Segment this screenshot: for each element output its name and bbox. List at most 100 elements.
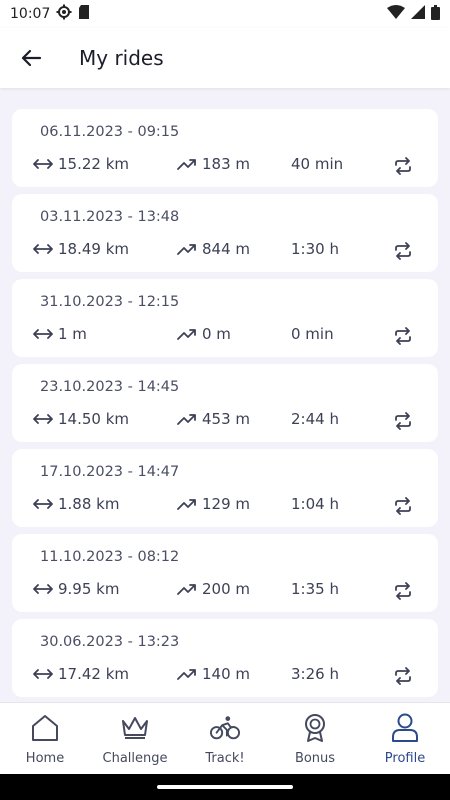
ride-duration-value: 40 min [291, 155, 344, 173]
wifi-icon [387, 5, 405, 23]
battery-icon [431, 4, 440, 24]
ride-duration-value: 1:30 h [291, 240, 339, 258]
repeat-icon [395, 242, 411, 260]
ride-elevation: 140 m [177, 665, 250, 683]
nav-track[interactable]: Track! [180, 703, 270, 774]
app-bar: My rides [0, 28, 450, 88]
ride-elevation: 183 m [177, 155, 250, 173]
nav-home[interactable]: Home [0, 703, 90, 774]
nav-track-label: Track! [205, 751, 245, 766]
status-time: 10:07 [10, 6, 51, 22]
user-icon [390, 713, 420, 743]
ride-date: 17.10.2023 - 14:47 [40, 464, 180, 480]
ride-elevation: 0 m [177, 325, 231, 343]
repeat-ride-button[interactable] [392, 155, 414, 177]
repeat-ride-button[interactable] [392, 580, 414, 602]
ride-card[interactable]: 17.10.2023 - 14:47 1.88 km 129 m 1:04 h [12, 449, 438, 527]
ride-distance-value: 9.95 km [58, 580, 120, 598]
nav-bonus-label: Bonus [294, 751, 336, 766]
ride-duration-value: 2:44 h [291, 410, 339, 428]
ride-card[interactable]: 03.11.2023 - 13:48 18.49 km 844 m 1:30 h [12, 194, 438, 272]
ride-date: 31.10.2023 - 12:15 [40, 294, 180, 310]
repeat-icon [395, 497, 411, 515]
ride-distance: 18.49 km [33, 240, 129, 258]
nav-challenge-label: Challenge [102, 751, 168, 766]
repeat-ride-button[interactable] [392, 240, 414, 262]
nav-challenge[interactable]: Challenge [90, 703, 180, 774]
trending-up-icon [177, 244, 196, 255]
ride-distance: 1.88 km [33, 495, 119, 513]
trending-up-icon [177, 414, 196, 425]
ride-distance: 15.22 km [33, 155, 129, 173]
nav-bonus[interactable]: Bonus [270, 703, 360, 774]
ride-distance: 14.50 km [33, 410, 129, 428]
home-icon [30, 713, 60, 743]
ride-card[interactable]: 06.11.2023 - 09:15 15.22 km 183 m 40 min [12, 109, 438, 187]
bottom-navigation: Home Challenge Track! Bonus Profile [0, 702, 450, 774]
ride-card[interactable]: 31.10.2023 - 12:15 1 m 0 m 0 min [12, 279, 438, 357]
ride-card[interactable]: 11.10.2023 - 08:12 9.95 km 200 m 1:35 h [12, 534, 438, 612]
nav-profile[interactable]: Profile [360, 703, 450, 774]
ride-elevation: 453 m [177, 410, 250, 428]
ride-distance-value: 17.42 km [58, 665, 130, 683]
ride-duration: 2:44 h [291, 410, 339, 428]
repeat-ride-button[interactable] [392, 410, 414, 432]
ride-elevation-value: 0 m [202, 325, 231, 343]
ride-elevation: 844 m [177, 240, 250, 258]
repeat-ride-button[interactable] [392, 665, 414, 687]
distance-arrows-icon [33, 669, 53, 679]
ride-duration: 3:26 h [291, 665, 339, 683]
repeat-icon [395, 667, 411, 685]
nav-profile-label: Profile [384, 751, 426, 766]
repeat-ride-button[interactable] [392, 325, 414, 347]
trending-up-icon [177, 669, 196, 680]
ride-distance: 9.95 km [33, 580, 119, 598]
ride-date: 11.10.2023 - 08:12 [40, 549, 180, 565]
ride-distance-value: 15.22 km [58, 155, 130, 173]
ride-card[interactable]: 23.10.2023 - 14:45 14.50 km 453 m 2:44 h [12, 364, 438, 442]
trending-up-icon [177, 584, 196, 595]
back-button[interactable] [13, 40, 49, 76]
repeat-icon [395, 157, 411, 175]
repeat-icon [395, 327, 411, 345]
ride-elevation-value: 183 m [202, 155, 251, 173]
ride-date: 30.06.2023 - 13:23 [40, 634, 180, 650]
award-icon [300, 713, 330, 743]
ride-metrics: 17.42 km 140 m 3:26 h [33, 665, 438, 687]
distance-arrows-icon [33, 584, 53, 594]
distance-arrows-icon [33, 244, 53, 254]
crown-icon [120, 713, 150, 743]
ride-elevation-value: 844 m [202, 240, 251, 258]
repeat-icon [395, 412, 411, 430]
ride-metrics: 18.49 km 844 m 1:30 h [33, 240, 438, 262]
repeat-ride-button[interactable] [392, 495, 414, 517]
ride-metrics: 1 m 0 m 0 min [33, 325, 438, 347]
home-indicator[interactable] [157, 785, 293, 789]
ride-metrics: 14.50 km 453 m 2:44 h [33, 410, 438, 432]
ride-duration: 40 min [291, 155, 343, 173]
ride-card[interactable]: 30.06.2023 - 13:23 17.42 km 140 m 3:26 h [12, 619, 438, 697]
system-gesture-bar [0, 774, 450, 800]
ride-date: 23.10.2023 - 14:45 [40, 379, 180, 395]
trending-up-icon [177, 329, 196, 340]
trending-up-icon [177, 159, 196, 170]
arrow-back-icon [21, 49, 42, 67]
ride-distance-value: 1.88 km [58, 495, 120, 513]
ride-elevation-value: 200 m [202, 580, 251, 598]
ride-list[interactable]: 06.11.2023 - 09:15 15.22 km 183 m 40 min… [0, 88, 450, 702]
ride-duration: 1:35 h [291, 580, 339, 598]
settings-gear-icon [56, 4, 72, 24]
ride-distance: 1 m [33, 325, 87, 343]
distance-arrows-icon [33, 499, 53, 509]
ride-date: 06.11.2023 - 09:15 [40, 124, 180, 140]
ride-distance-value: 18.49 km [58, 240, 130, 258]
ride-duration-value: 3:26 h [291, 665, 339, 683]
ride-elevation: 200 m [177, 580, 250, 598]
ride-elevation-value: 140 m [202, 665, 251, 683]
ride-metrics: 15.22 km 183 m 40 min [33, 155, 438, 177]
ride-duration-value: 0 min [291, 325, 334, 343]
ride-distance-value: 14.50 km [58, 410, 130, 428]
ride-elevation-value: 129 m [202, 495, 251, 513]
sd-card-icon [78, 5, 90, 23]
bicycle-icon [210, 713, 240, 743]
